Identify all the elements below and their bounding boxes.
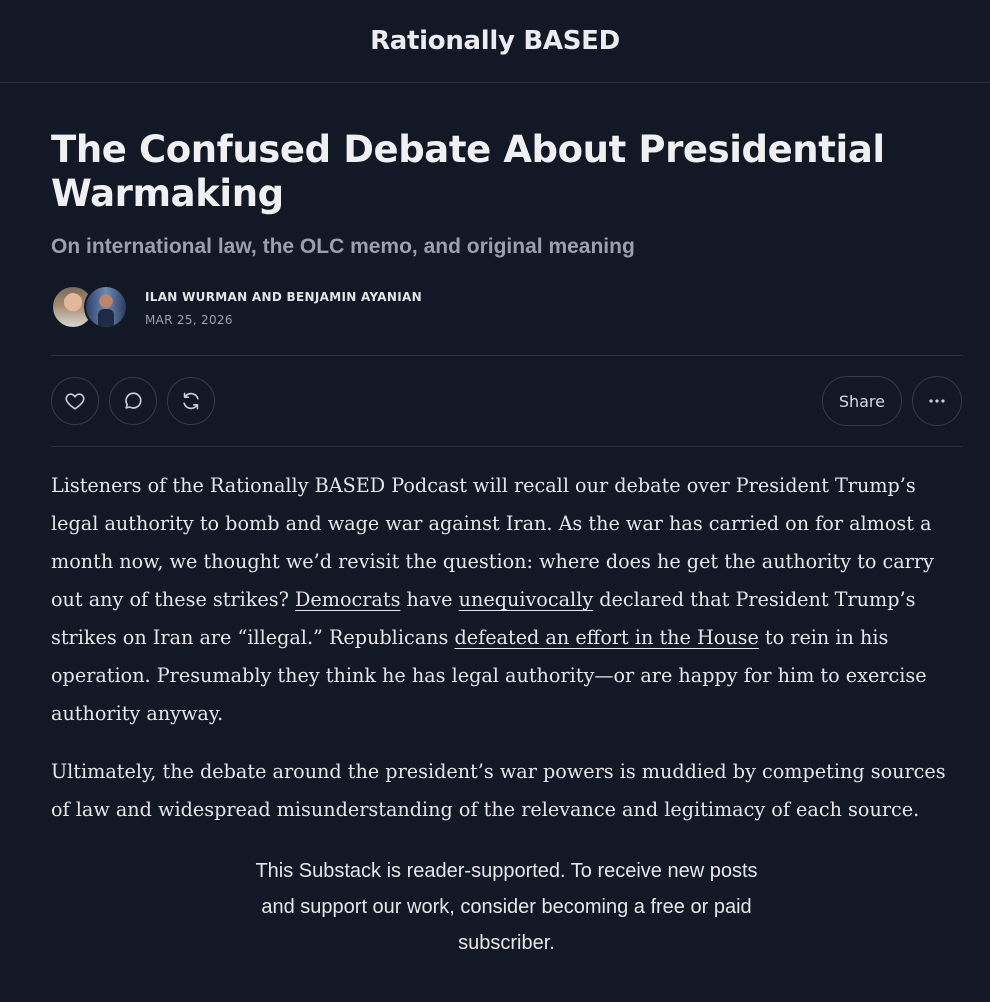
post-subtitle: On international law, the OLC memo, and … [51,235,635,258]
avatar-benjamin-ayanian[interactable] [84,285,128,329]
byline: ILAN WURMAN AND BENJAMIN AYANIAN MAR 25,… [51,283,962,333]
share-button[interactable]: Share [821,376,902,426]
post-title: The Confused Debate About Presidential W… [51,128,885,215]
like-button[interactable] [51,377,99,425]
link-defeated-effort[interactable]: defeated an effort in the House [454,626,758,649]
divider [51,446,962,447]
subscribe-prompt: This Substack is reader-supported. To re… [255,860,758,954]
body-paragraph-2: Ultimately, the debate around the presid… [51,760,946,821]
link-democrats[interactable]: Democrats [295,588,400,611]
comment-button[interactable] [109,377,157,425]
byline-text: ILAN WURMAN AND BENJAMIN AYANIAN MAR 25,… [145,290,422,327]
ellipsis-icon [929,399,945,403]
post-date: MAR 25, 2026 [145,312,233,327]
publication-name-link[interactable]: Rationally BASED [370,26,620,56]
author-avatars [51,285,131,331]
more-options-button[interactable] [912,376,962,426]
heart-icon [65,393,85,410]
publication-header: Rationally BASED [0,0,990,83]
author-names-link[interactable]: ILAN WURMAN AND BENJAMIN AYANIAN [145,290,422,304]
restack-icon [183,392,199,410]
post-container: The Confused Debate About Presidential W… [51,84,962,961]
body-text-span: have [400,588,459,611]
actions-right: Share [821,376,962,426]
comment-icon [125,392,142,409]
actions-left [51,377,215,425]
restack-button[interactable] [167,377,215,425]
post-actions: Share [51,356,962,446]
body-paragraph-1: Listeners of the Rationally BASED Podcas… [51,467,962,733]
link-unequivocally[interactable]: unequivocally [459,588,594,611]
